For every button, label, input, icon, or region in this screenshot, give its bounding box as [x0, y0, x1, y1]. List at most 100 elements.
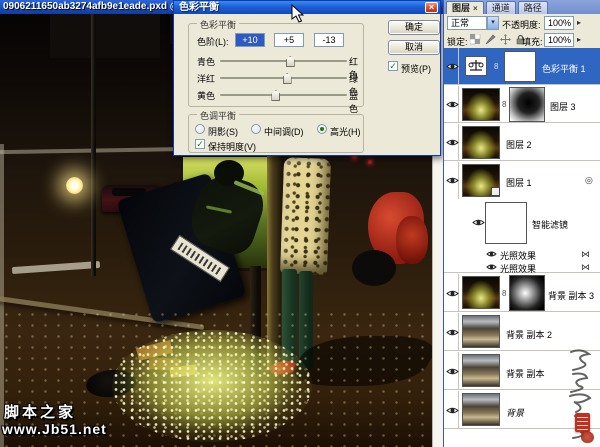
- layer-name[interactable]: 背景 副本: [506, 367, 545, 380]
- tab-channels[interactable]: 通道: [486, 1, 516, 14]
- eye-icon[interactable]: [446, 367, 459, 376]
- layer-thumbnail[interactable]: [462, 126, 500, 159]
- lock-fill-row: 锁定: 填充: 100% ▸: [444, 31, 600, 48]
- layer-name[interactable]: 背景 副本 3: [548, 289, 594, 302]
- eye-icon[interactable]: [446, 406, 459, 415]
- tab-layers[interactable]: 图层×: [446, 1, 484, 14]
- slider-thumb[interactable]: [271, 90, 280, 101]
- scooter-fender: [396, 216, 428, 264]
- smart-filters-row[interactable]: 智能滤镜: [444, 200, 600, 247]
- smart-filter-indicator-icon[interactable]: ◎: [585, 175, 593, 186]
- eye-icon[interactable]: [472, 218, 485, 227]
- slider-right-label: 蓝色: [349, 89, 363, 115]
- levels-label: 色阶(L):: [197, 35, 229, 48]
- preview-checkbox[interactable]: ✓: [388, 61, 398, 71]
- color-balance-dialog: 色彩平衡 × 色彩平衡 色阶(L): +10 +5 -13 青色 红色 洋红 绿…: [173, 0, 441, 156]
- layer-thumbnail[interactable]: [462, 276, 500, 309]
- filter-effect-row[interactable]: 光照效果 ⋈: [444, 247, 600, 260]
- filter-blend-options-icon[interactable]: ⋈: [581, 262, 590, 273]
- magenta-green-slider[interactable]: [220, 77, 347, 79]
- eye-icon[interactable]: [446, 138, 459, 147]
- layer-row[interactable]: 8 背景 副本 3: [444, 274, 600, 312]
- layer-name[interactable]: 图层 1: [506, 176, 532, 189]
- layer-row[interactable]: 8 图层 3: [444, 86, 600, 123]
- eye-cell[interactable]: [444, 124, 459, 160]
- layer-row-color-balance[interactable]: 8 色彩平衡 1: [444, 48, 600, 85]
- glowing-ground-patch: [112, 330, 312, 442]
- lock-move-icon[interactable]: [500, 34, 511, 45]
- filter-effect-row[interactable]: 光照效果 ⋈: [444, 260, 600, 273]
- yellow-blue-slider[interactable]: [220, 94, 347, 96]
- layer-name[interactable]: 图层 2: [506, 138, 532, 151]
- lock-label: 锁定:: [447, 35, 468, 48]
- level-input-1[interactable]: +10: [235, 33, 265, 47]
- filter-mask-thumbnail[interactable]: [485, 202, 527, 244]
- group-title: 色彩平衡: [197, 18, 239, 31]
- eye-icon[interactable]: [446, 100, 459, 109]
- slider-left-label: 洋红: [197, 72, 215, 85]
- slider-thumb[interactable]: [286, 56, 295, 67]
- layer-name[interactable]: 色彩平衡 1: [542, 62, 586, 75]
- fill-slider-arrow-icon[interactable]: ▸: [577, 35, 581, 44]
- layer-row[interactable]: 图层 2: [444, 124, 600, 161]
- link-icon[interactable]: 8: [502, 100, 506, 109]
- eye-cell[interactable]: [444, 162, 459, 199]
- eye-cell[interactable]: [444, 313, 459, 350]
- keep-luminosity-checkbox[interactable]: ✓: [195, 139, 205, 149]
- fill-input[interactable]: 100%: [544, 33, 574, 47]
- adjustment-layer-icon[interactable]: [465, 56, 487, 76]
- shadows-radio[interactable]: [195, 124, 205, 134]
- eye-icon[interactable]: [486, 250, 497, 258]
- cancel-button[interactable]: 取消: [388, 40, 440, 55]
- eye-cell[interactable]: [444, 391, 459, 428]
- smart-filters-label[interactable]: 智能滤镜: [532, 218, 568, 231]
- street-lamp-pole: [91, 14, 96, 276]
- lock-paint-icon[interactable]: [485, 34, 496, 45]
- cyan-red-slider[interactable]: [220, 60, 347, 62]
- dialog-titlebar[interactable]: 色彩平衡: [174, 1, 440, 14]
- link-icon[interactable]: 8: [502, 289, 506, 298]
- ok-button[interactable]: 确定: [388, 20, 440, 35]
- chevron-down-icon[interactable]: ▾: [487, 16, 499, 30]
- mouse-cursor: [291, 4, 304, 23]
- layer-mask-thumbnail[interactable]: [504, 51, 536, 82]
- layer-row-smart-object[interactable]: 图层 1 ◎: [444, 162, 600, 199]
- highlights-radio[interactable]: [317, 124, 327, 134]
- layer-mask-thumbnail[interactable]: [509, 275, 545, 311]
- slider-left-label: 青色: [197, 55, 215, 68]
- level-input-2[interactable]: +5: [274, 33, 304, 47]
- red-seal-mark: [581, 431, 594, 443]
- dialog-close-button[interactable]: ×: [425, 2, 438, 13]
- eye-cell[interactable]: [444, 352, 459, 389]
- link-icon[interactable]: 8: [494, 62, 498, 71]
- layer-name[interactable]: 背景: [506, 406, 524, 419]
- blend-mode-select[interactable]: 正常: [447, 16, 487, 30]
- layer-row[interactable]: 背景 副本 2: [444, 313, 600, 351]
- eye-cell[interactable]: [444, 274, 459, 311]
- eye-cell[interactable]: [444, 86, 459, 122]
- slider-thumb[interactable]: [283, 73, 292, 84]
- midtones-radio[interactable]: [251, 124, 261, 134]
- layer-thumbnail[interactable]: [462, 393, 500, 426]
- layer-mask-thumbnail[interactable]: [509, 87, 545, 122]
- level-input-3[interactable]: -13: [314, 33, 344, 47]
- layer-name[interactable]: 图层 3: [550, 100, 576, 113]
- opacity-input[interactable]: 100%: [544, 16, 574, 30]
- layer-name[interactable]: 背景 副本 2: [506, 328, 552, 341]
- layer-thumbnail[interactable]: [462, 315, 500, 348]
- filter-blend-options-icon[interactable]: ⋈: [581, 249, 590, 260]
- eye-cell[interactable]: [444, 48, 459, 84]
- tab-close-icon[interactable]: ×: [473, 4, 478, 13]
- eye-icon[interactable]: [446, 176, 459, 185]
- lock-transparency-icon[interactable]: [470, 34, 481, 45]
- lane-marking: [12, 261, 100, 274]
- layer-thumbnail[interactable]: [462, 88, 500, 121]
- tab-paths[interactable]: 路径: [518, 1, 548, 14]
- eye-icon[interactable]: [486, 263, 497, 271]
- layer-thumbnail[interactable]: [462, 354, 500, 387]
- preview-label: 预览(P): [401, 62, 431, 75]
- eye-icon[interactable]: [446, 328, 459, 337]
- eye-icon[interactable]: [446, 289, 459, 298]
- opacity-slider-arrow-icon[interactable]: ▸: [577, 18, 581, 27]
- eye-icon[interactable]: [446, 62, 459, 71]
